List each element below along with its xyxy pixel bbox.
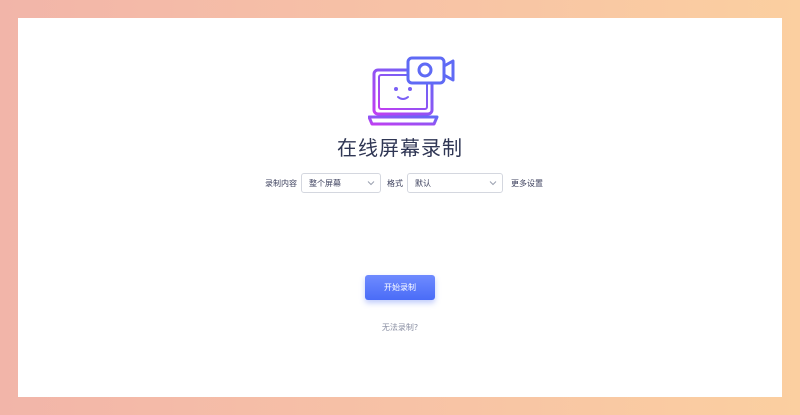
format-label: 格式 xyxy=(387,178,403,188)
content-select-value: 整个屏幕 xyxy=(309,178,341,188)
chevron-down-icon xyxy=(367,181,375,186)
chevron-down-icon xyxy=(489,181,497,186)
laptop-camera-icon xyxy=(368,56,455,126)
start-recording-button[interactable]: 开始录制 xyxy=(365,275,435,300)
record-options: 录制内容 整个屏幕 格式 默认 更多设置 xyxy=(265,173,543,193)
cannot-record-link[interactable]: 无法录制? xyxy=(18,322,782,333)
page-title: 在线屏幕录制 xyxy=(337,136,463,160)
content-select[interactable]: 整个屏幕 xyxy=(301,173,381,193)
format-select-value: 默认 xyxy=(415,178,431,188)
content-label: 录制内容 xyxy=(265,178,297,188)
more-settings-link[interactable]: 更多设置 xyxy=(511,178,543,189)
format-select[interactable]: 默认 xyxy=(407,173,503,193)
main-card: 在线屏幕录制 录制内容 整个屏幕 格式 默认 更多设置 开始录制 无法录制? xyxy=(18,18,782,397)
